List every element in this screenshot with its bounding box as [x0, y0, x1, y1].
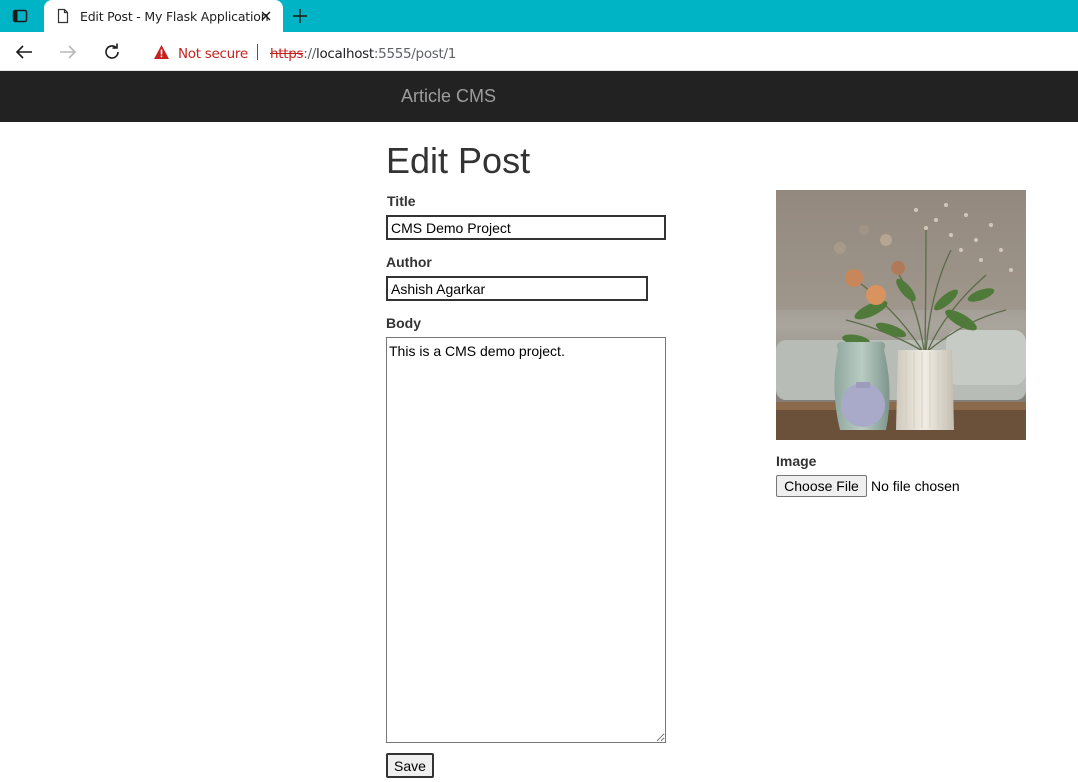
image-label: Image [776, 453, 817, 469]
url-path: :5555/post/1 [373, 46, 457, 62]
save-button[interactable]: Save [386, 753, 434, 778]
forward-arrow-icon[interactable] [57, 41, 79, 63]
close-icon[interactable] [258, 8, 274, 24]
body-textarea[interactable]: This is a CMS demo project. [386, 337, 666, 743]
choose-file-button[interactable]: Choose File [776, 475, 867, 497]
tab-strip: Edit Post - My Flask Application [0, 0, 1078, 32]
page-title: Edit Post [386, 140, 531, 181]
author-label: Author [386, 254, 432, 270]
back-arrow-icon[interactable] [13, 41, 35, 63]
file-status-text: No file chosen [871, 478, 960, 494]
security-indicator[interactable]: Not secure [178, 46, 248, 62]
site-navbar: Article CMS [0, 71, 1078, 122]
tab-title: Edit Post - My Flask Application [80, 9, 269, 24]
plus-icon[interactable] [290, 6, 310, 26]
author-input[interactable] [386, 276, 648, 301]
active-tab[interactable]: Edit Post - My Flask Application [44, 0, 283, 32]
page-icon [57, 8, 69, 24]
address-bar: Not secure https://localhost:5555/post/1 [0, 32, 1078, 71]
warning-icon [154, 45, 169, 59]
url-host: localhost [316, 46, 374, 62]
tab-actions-button[interactable] [6, 4, 34, 28]
reload-icon[interactable] [101, 41, 123, 63]
window-icon [12, 9, 28, 23]
url-text[interactable]: https://localhost:5555/post/1 [270, 46, 456, 62]
title-input[interactable] [386, 215, 666, 240]
post-image [776, 190, 1026, 440]
url-scheme: https [270, 46, 304, 62]
title-label: Title [387, 193, 416, 209]
navbar-brand[interactable]: Article CMS [401, 86, 496, 107]
divider [257, 44, 258, 60]
body-label: Body [386, 315, 421, 331]
url-field[interactable]: Not secure https://localhost:5555/post/1 [140, 35, 1078, 68]
url-separator: :// [303, 46, 316, 62]
